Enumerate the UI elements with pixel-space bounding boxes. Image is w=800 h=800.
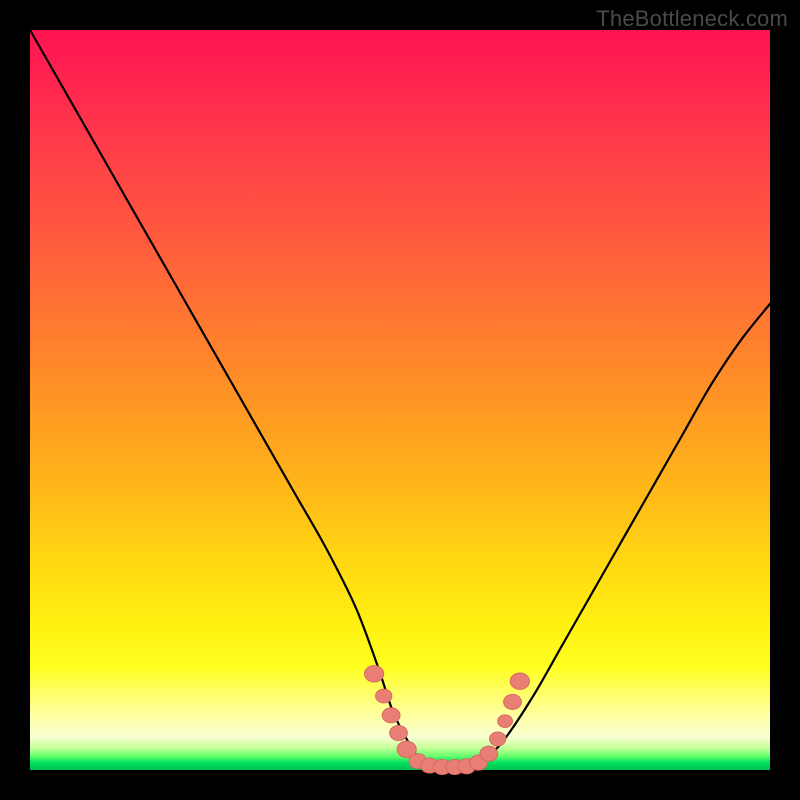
curve-marker: [504, 694, 522, 709]
curve-marker: [382, 708, 400, 723]
curve-marker: [510, 673, 529, 689]
curve-marker: [480, 746, 498, 761]
curve-marker: [376, 689, 392, 703]
watermark-text: TheBottleneck.com: [596, 6, 788, 32]
curve-marker: [490, 732, 506, 746]
plot-area: [30, 30, 770, 770]
chart-svg: [30, 30, 770, 770]
curve-markers: [364, 666, 529, 775]
curve-marker: [364, 666, 383, 682]
curve-marker: [498, 715, 513, 728]
bottleneck-curve: [30, 30, 770, 771]
curve-marker: [390, 725, 408, 740]
chart-frame: TheBottleneck.com: [0, 0, 800, 800]
